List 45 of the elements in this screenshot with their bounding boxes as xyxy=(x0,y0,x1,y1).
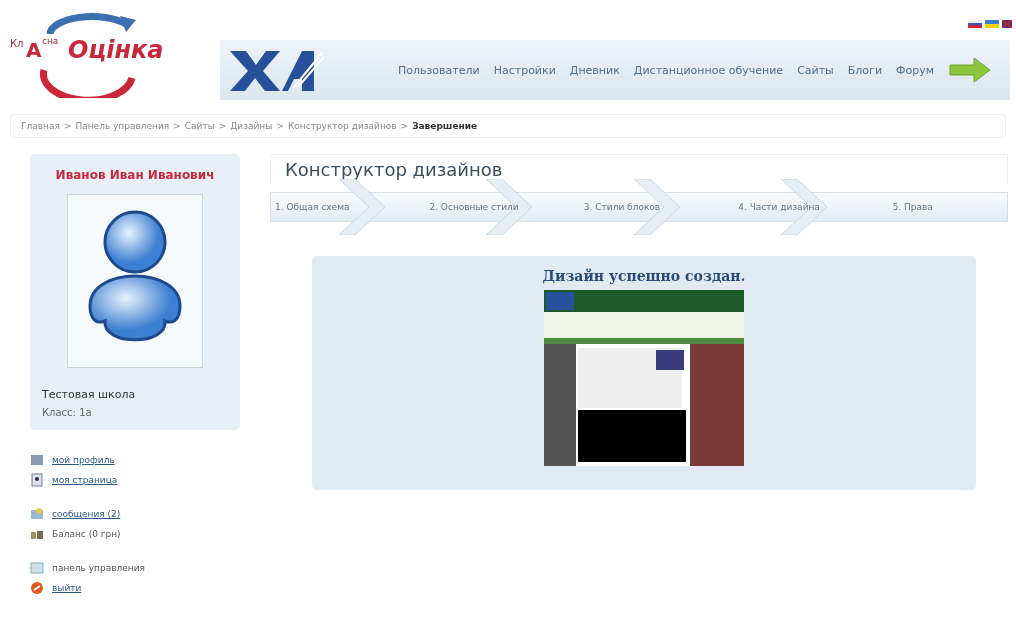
flag-icon[interactable] xyxy=(985,20,999,28)
breadcrumb-link[interactable]: Дизайны xyxy=(230,121,273,131)
nav-link[interactable]: Блоги xyxy=(847,63,883,77)
window-icon xyxy=(30,561,44,575)
nav-link[interactable]: Настройки xyxy=(493,63,556,77)
arc-arrow-icon xyxy=(46,12,138,34)
sidebar-link[interactable]: моя страница xyxy=(52,475,118,485)
sidebar-link[interactable]: выйти xyxy=(52,583,82,593)
envelope-icon xyxy=(30,507,44,521)
breadcrumb-link[interactable]: Главная xyxy=(21,121,60,131)
user-name: Иванов Иван Иванович xyxy=(55,168,215,182)
logo-word: Оцінка xyxy=(68,38,164,62)
person-page-icon xyxy=(30,473,44,487)
breadcrumb-separator: > xyxy=(218,121,227,131)
breadcrumb-separator: > xyxy=(173,121,181,131)
arc-icon xyxy=(40,68,136,98)
breadcrumb-separator: > xyxy=(276,121,284,131)
sidebar-link[interactable]: Баланс (0 грн) xyxy=(52,529,121,539)
wizard-step[interactable]: 4. Части дизайна xyxy=(698,202,853,212)
wizard-step[interactable]: 1. Общая схема xyxy=(271,202,390,212)
arrow-right-icon[interactable] xyxy=(948,57,993,83)
class-label: Класс: 1а xyxy=(42,407,92,418)
nav-link[interactable]: Дневник xyxy=(569,63,620,77)
wizard-step[interactable]: 5. Права xyxy=(852,202,1008,212)
logo-text: Кл xyxy=(10,38,24,49)
nav-link[interactable]: Сайты xyxy=(797,63,834,77)
sidebar-link[interactable]: панель управления xyxy=(52,563,145,573)
sidebar-link[interactable]: мой профиль xyxy=(52,455,115,465)
breadcrumb-link[interactable]: Сайты xyxy=(184,121,215,131)
breadcrumb-separator: > xyxy=(400,121,409,131)
wizard-step[interactable]: 3. Стили блоков xyxy=(543,202,699,212)
exit-circle-icon xyxy=(30,581,44,595)
breadcrumb-link[interactable]: Конструктор дизайнов xyxy=(287,121,397,131)
breadcrumb-link[interactable]: Панель управления xyxy=(75,121,170,131)
sidebar-link[interactable]: сообщения (2) xyxy=(52,509,121,519)
school-name: Тестовая школа xyxy=(42,388,136,401)
nav-link[interactable]: Пользователи xyxy=(398,63,480,77)
breadcrumb-separator: > xyxy=(63,121,72,131)
wizard-step[interactable]: 2. Основные стили xyxy=(389,202,544,212)
breadcrumb-current: Завершение xyxy=(412,121,478,131)
flag-icon[interactable] xyxy=(968,20,982,28)
nav-link[interactable]: Форум xyxy=(896,63,935,77)
success-message: Дизайн успешно создан. xyxy=(542,268,746,284)
logo-text: сна xyxy=(42,36,59,46)
nav-link[interactable]: Дистанционное обучение xyxy=(633,63,784,77)
